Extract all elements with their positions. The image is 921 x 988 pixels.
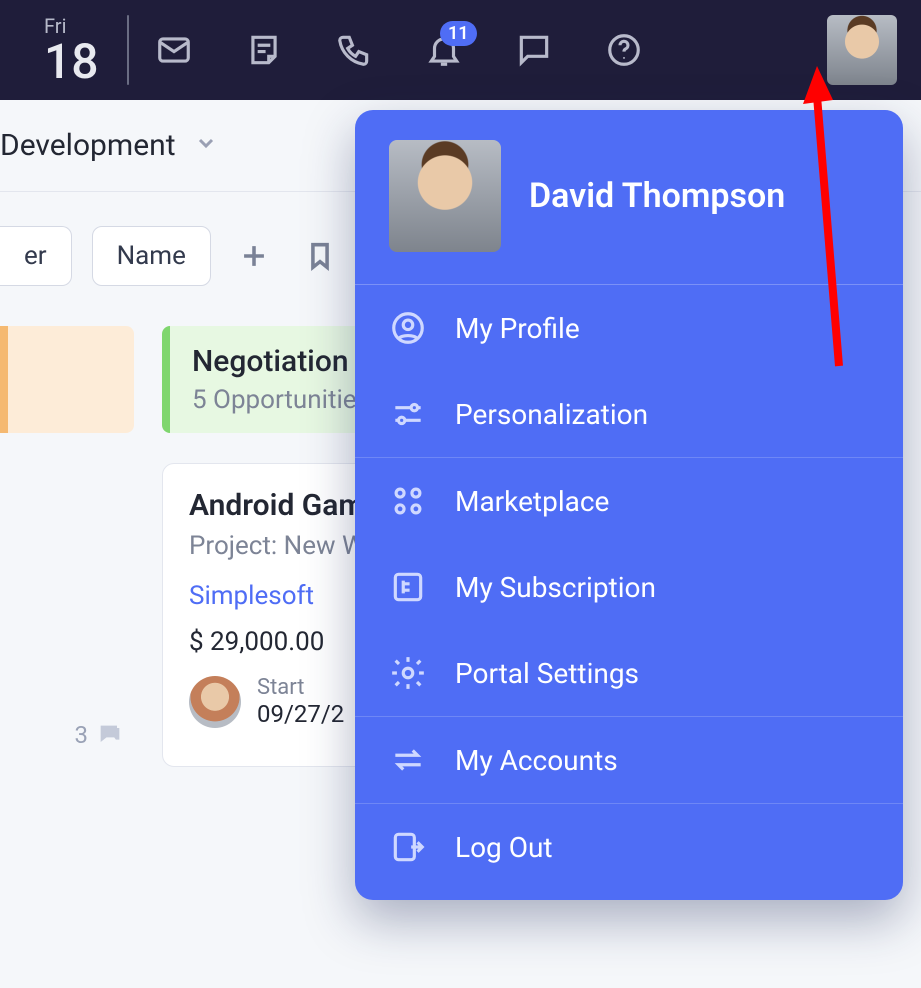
phone-icon[interactable] [335, 31, 373, 69]
menu-item-accounts[interactable]: My Accounts [355, 717, 903, 804]
user-menu: David Thompson My Profile Personalizatio… [355, 110, 903, 900]
chat-icon[interactable] [515, 31, 553, 69]
note-icon[interactable] [245, 31, 283, 69]
bookmark-icon[interactable] [297, 233, 343, 279]
divider [127, 15, 129, 85]
start-label: Start [257, 675, 344, 700]
date-day-number: 18 [44, 38, 99, 86]
avatar-button[interactable] [827, 15, 897, 85]
apps-icon [389, 482, 427, 520]
sliders-icon [389, 395, 427, 433]
help-icon[interactable] [605, 31, 643, 69]
menu-item-profile[interactable]: My Profile [355, 285, 903, 371]
mail-icon[interactable] [155, 31, 193, 69]
chevron-down-icon[interactable] [194, 128, 218, 163]
switch-icon [389, 741, 427, 779]
start-date: 09/27/2 [257, 700, 344, 728]
menu-item-marketplace[interactable]: Marketplace [355, 458, 903, 544]
subscription-icon [389, 568, 427, 606]
notification-badge: 11 [440, 21, 477, 46]
filter-chip-left[interactable]: er [0, 226, 72, 286]
menu-item-portal-settings[interactable]: Portal Settings [355, 630, 903, 717]
menu-item-personalization[interactable]: Personalization [355, 371, 903, 458]
gear-icon [389, 654, 427, 692]
menu-item-subscription[interactable]: My Subscription [355, 544, 903, 630]
user-menu-avatar [389, 140, 501, 252]
breadcrumb-label[interactable]: Development [0, 128, 176, 163]
date-block: Fri 18 [0, 14, 117, 86]
main-area: Development er Name Negotiation 5 Opport… [0, 100, 921, 988]
comment-count[interactable]: 3 [75, 721, 125, 749]
filter-chip-name[interactable]: Name [92, 226, 211, 286]
add-filter-button[interactable] [231, 233, 277, 279]
column-header-left [0, 326, 134, 433]
logout-icon [389, 828, 427, 866]
left-card-sliver: 3 [0, 463, 134, 767]
avatar-image [827, 15, 897, 85]
user-menu-name: David Thompson [529, 176, 785, 216]
top-bar: Fri 18 11 [0, 0, 921, 100]
bell-icon[interactable]: 11 [425, 31, 463, 69]
profile-icon [389, 309, 427, 347]
assignee-avatar[interactable] [189, 676, 241, 728]
menu-item-logout[interactable]: Log Out [355, 804, 903, 890]
